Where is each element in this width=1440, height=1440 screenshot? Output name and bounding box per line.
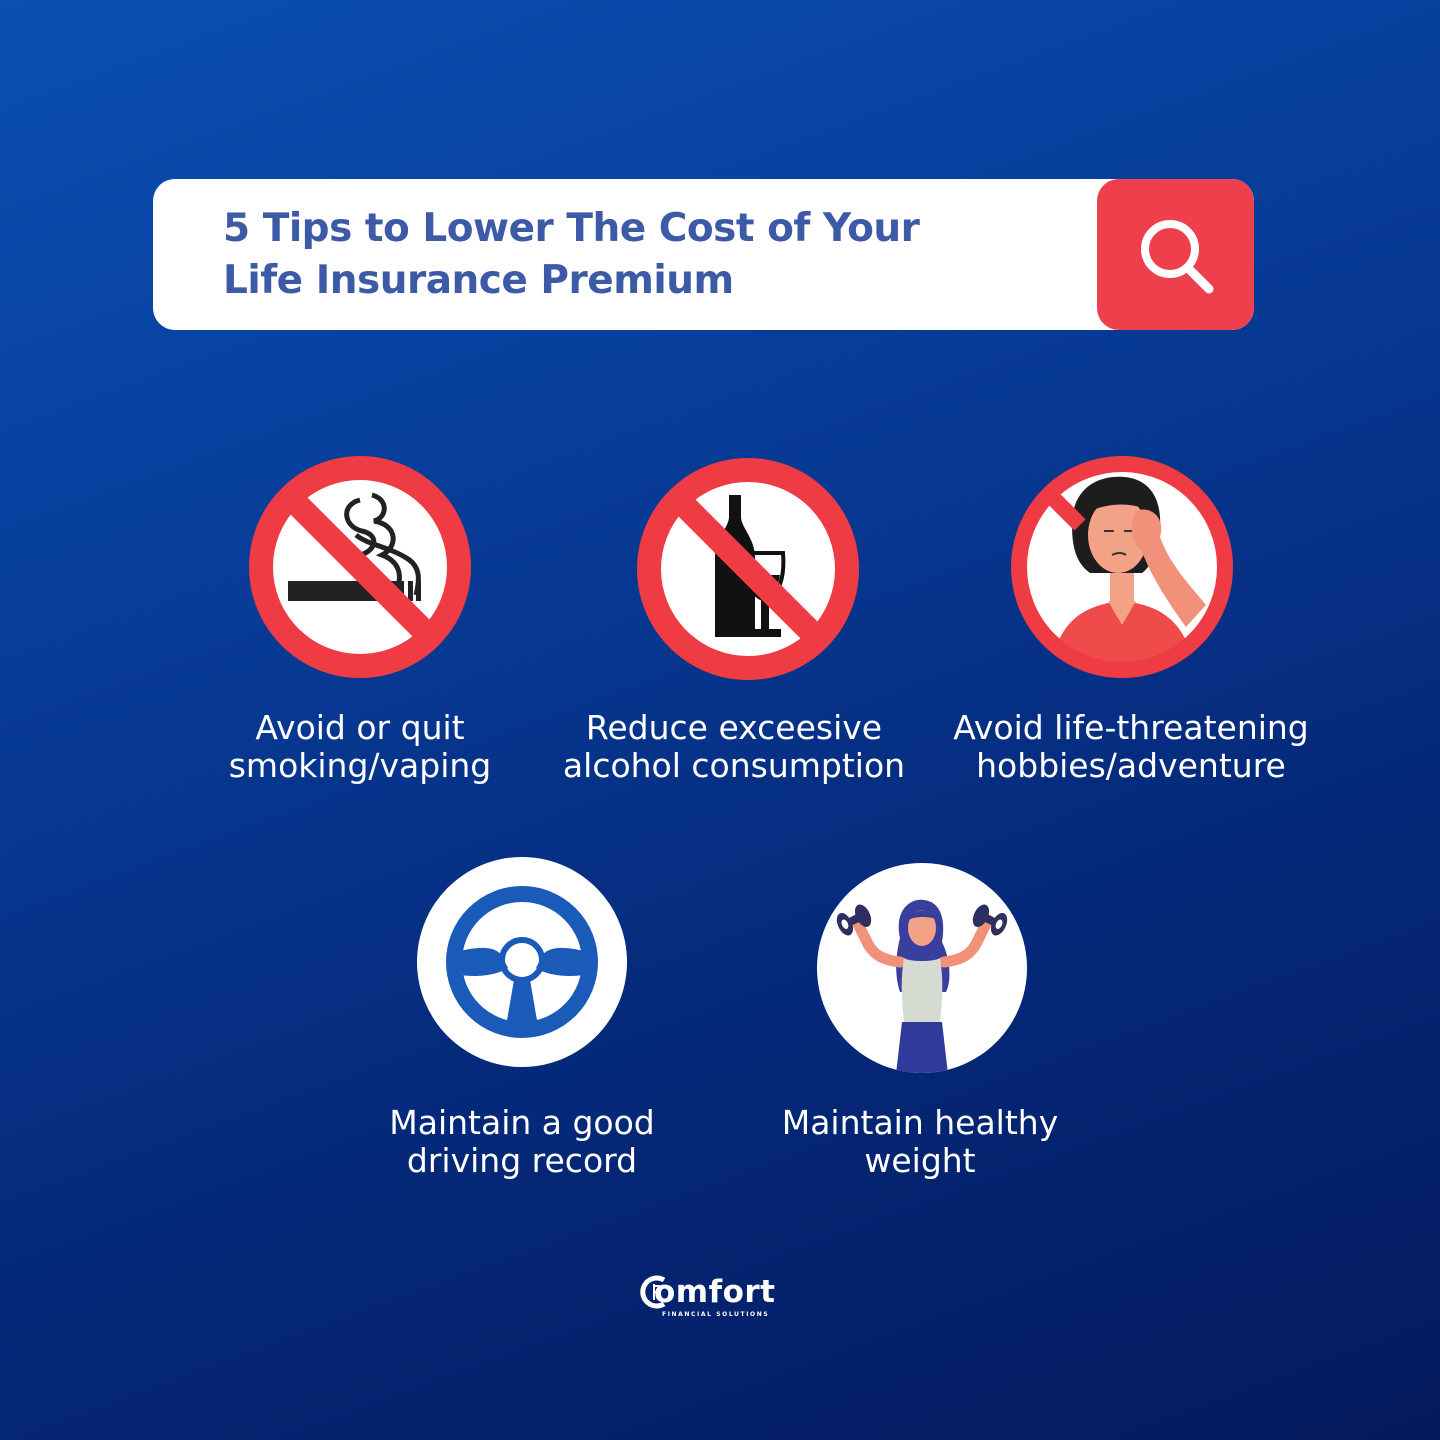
title-line-2: Life Insurance Premium [223, 258, 734, 303]
no-alcohol-icon [637, 458, 859, 680]
tip-card-alcohol: Reduce exceesive alcohol consumption [548, 455, 920, 795]
search-bar: 5 Tips to Lower The Cost of Your Life In… [153, 179, 1254, 330]
title-line-1: 5 Tips to Lower The Cost of Your [223, 206, 920, 251]
page-title: 5 Tips to Lower The Cost of Your Life In… [223, 203, 920, 307]
company-logo: omfort FINANCIAL SOLUTIONS [640, 1272, 800, 1324]
steering-wheel-icon [417, 857, 627, 1067]
logo-name: omfort [654, 1274, 776, 1310]
tip-card-hobbies: Avoid life-threatening hobbies/adventure [946, 455, 1316, 795]
logo-tagline: FINANCIAL SOLUTIONS [662, 1311, 770, 1318]
tip-card-weight: Maintain healthy weight [770, 862, 1070, 1186]
search-icon [1141, 220, 1214, 294]
search-button[interactable] [1097, 179, 1254, 330]
tip-card-driving: Maintain a good driving record [372, 856, 672, 1186]
tip-card-smoking: Avoid or quit smoking/vaping [200, 455, 520, 795]
dumbbell-woman-icon [817, 863, 1027, 1073]
tip-label-weight: Maintain healthy weight [781, 1103, 1059, 1180]
no-risk-woman-icon [1011, 456, 1233, 678]
tip-label-smoking: Avoid or quit smoking/vaping [228, 708, 492, 785]
tip-label-driving: Maintain a good driving record [389, 1103, 655, 1180]
tip-label-alcohol: Reduce exceesive alcohol consumption [562, 708, 906, 785]
no-smoking-icon [249, 456, 471, 678]
tip-label-hobbies: Avoid life-threatening hobbies/adventure [953, 708, 1309, 785]
